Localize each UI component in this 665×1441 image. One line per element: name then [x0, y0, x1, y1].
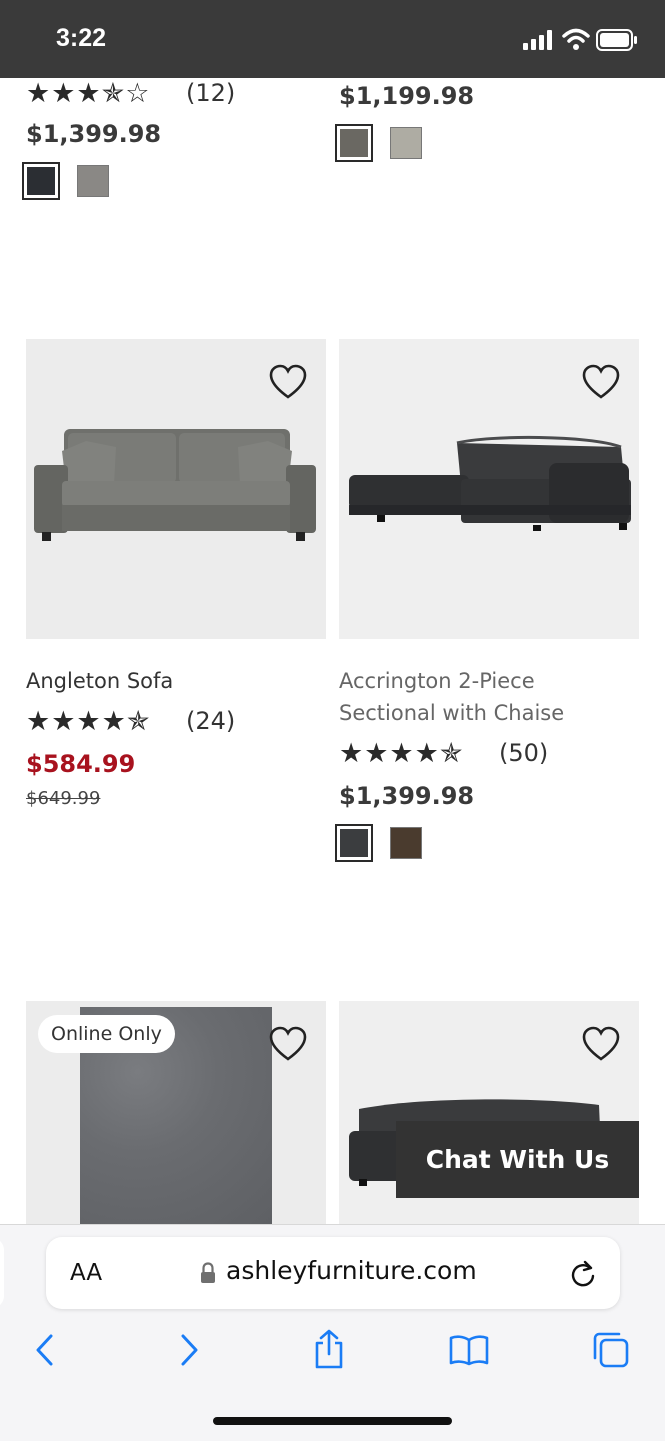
- heart-icon[interactable]: [269, 1026, 307, 1062]
- rating-count: (50): [499, 739, 549, 767]
- heart-icon[interactable]: [269, 364, 307, 400]
- product-name-line1[interactable]: Accrington 2-Piece: [339, 665, 535, 697]
- rating-count: (24): [186, 707, 236, 735]
- status-time: 3:22: [56, 24, 107, 52]
- heart-icon[interactable]: [582, 364, 620, 400]
- online-only-badge: Online Only: [38, 1015, 175, 1053]
- color-swatch[interactable]: [390, 127, 422, 159]
- tabs-icon[interactable]: [591, 1330, 631, 1370]
- share-icon[interactable]: [311, 1328, 347, 1370]
- forward-icon[interactable]: [176, 1333, 202, 1367]
- original-price: $649.99: [26, 788, 101, 809]
- rating-count: (12): [186, 79, 236, 107]
- product-name[interactable]: Angleton Sofa: [26, 665, 173, 697]
- signal-icon: [523, 30, 552, 50]
- product-price: $1,199.98: [339, 82, 475, 110]
- product-name-line2[interactable]: Sectional with Chaise: [339, 697, 564, 729]
- back-icon[interactable]: [32, 1333, 58, 1367]
- color-swatch-selected[interactable]: [22, 162, 60, 200]
- home-indicator: [213, 1417, 452, 1425]
- url-text[interactable]: ashleyfurniture.com: [226, 1256, 477, 1285]
- rating-stars: ★★★★✯: [26, 706, 151, 737]
- reload-icon[interactable]: [568, 1259, 598, 1289]
- previous-tab-edge[interactable]: [0, 1238, 4, 1308]
- chat-with-us-button[interactable]: Chat With Us: [396, 1121, 639, 1198]
- battery-icon: [596, 29, 637, 51]
- rating-stars: ★★★★✯: [339, 738, 464, 769]
- product-price: $1,399.98: [26, 120, 162, 148]
- wifi-icon: [562, 28, 590, 50]
- bookmarks-icon[interactable]: [448, 1333, 490, 1367]
- color-swatch-selected[interactable]: [335, 824, 373, 862]
- color-swatch-selected[interactable]: [335, 124, 373, 162]
- color-swatch[interactable]: [390, 827, 422, 859]
- product-price: $1,399.98: [339, 782, 475, 810]
- heart-icon[interactable]: [582, 1026, 620, 1062]
- text-size-button[interactable]: AA: [70, 1260, 102, 1286]
- sale-price: $584.99: [26, 750, 136, 778]
- lock-icon: [201, 1262, 215, 1283]
- rating-stars: ★★★✯☆: [26, 78, 151, 109]
- color-swatch[interactable]: [77, 165, 109, 197]
